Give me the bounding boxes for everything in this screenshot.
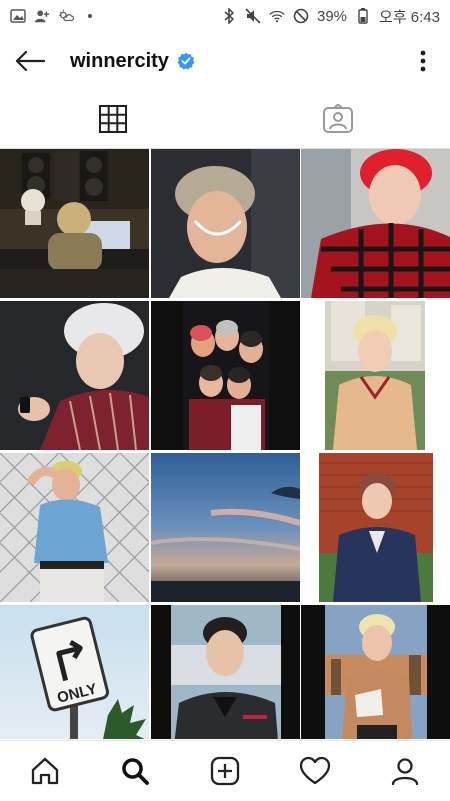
- post-thumbnail[interactable]: [0, 453, 149, 602]
- tab-grid[interactable]: [0, 90, 225, 148]
- grid-icon: [98, 105, 127, 133]
- post-thumbnail[interactable]: [150, 301, 300, 450]
- profile-icon: [391, 758, 419, 786]
- back-arrow-icon: [15, 50, 46, 72]
- status-bar: 39% 오후 6:43: [0, 0, 450, 32]
- tagged-icon: [322, 104, 353, 133]
- more-options-button[interactable]: [408, 44, 438, 78]
- battery-icon: [355, 8, 371, 24]
- post-thumbnail[interactable]: [301, 301, 450, 450]
- nav-home-button[interactable]: [20, 746, 70, 796]
- bluetooth-icon: [221, 8, 237, 24]
- weather-icon: [58, 8, 74, 24]
- post-thumbnail[interactable]: [150, 605, 300, 739]
- clock: 오후 6:43: [379, 8, 440, 26]
- post-grid: ONLY: [0, 149, 450, 739]
- post-thumbnail[interactable]: [150, 149, 300, 298]
- do-not-disturb-icon: [293, 8, 309, 24]
- nav-activity-button[interactable]: [290, 746, 340, 796]
- nav-profile-button[interactable]: [380, 746, 430, 796]
- post-thumbnail[interactable]: [0, 149, 149, 298]
- battery-percent: 39%: [317, 7, 348, 25]
- person-add-icon: [34, 8, 50, 24]
- profile-tabs: [0, 90, 450, 149]
- dot-icon: [82, 8, 98, 24]
- mute-icon: [245, 8, 261, 24]
- post-thumbnail[interactable]: [301, 453, 450, 602]
- nav-search-button[interactable]: [110, 746, 160, 796]
- search-icon: [122, 758, 149, 785]
- post-thumbnail[interactable]: [0, 301, 149, 450]
- heart-icon: [299, 756, 331, 785]
- tab-tagged[interactable]: [225, 90, 450, 148]
- nav-add-post-button[interactable]: [200, 746, 250, 796]
- post-thumbnail[interactable]: ONLY: [0, 605, 149, 739]
- home-icon: [31, 757, 59, 785]
- status-bar-right: 39% 오후 6:43: [221, 6, 440, 27]
- profile-header: winnercity: [0, 32, 450, 90]
- username: winnercity: [70, 49, 169, 72]
- post-thumbnail[interactable]: [150, 453, 300, 602]
- wifi-icon: [269, 8, 285, 24]
- more-vertical-icon: [420, 50, 426, 72]
- image-icon: [10, 8, 26, 24]
- profile-title: winnercity: [70, 50, 195, 73]
- add-post-icon: [210, 756, 240, 786]
- bottom-navigation: [0, 740, 450, 801]
- post-thumbnail[interactable]: [301, 149, 450, 298]
- verified-badge-icon: [177, 52, 195, 70]
- post-thumbnail[interactable]: [301, 605, 450, 739]
- back-button[interactable]: [12, 43, 48, 79]
- status-bar-left: [10, 8, 98, 24]
